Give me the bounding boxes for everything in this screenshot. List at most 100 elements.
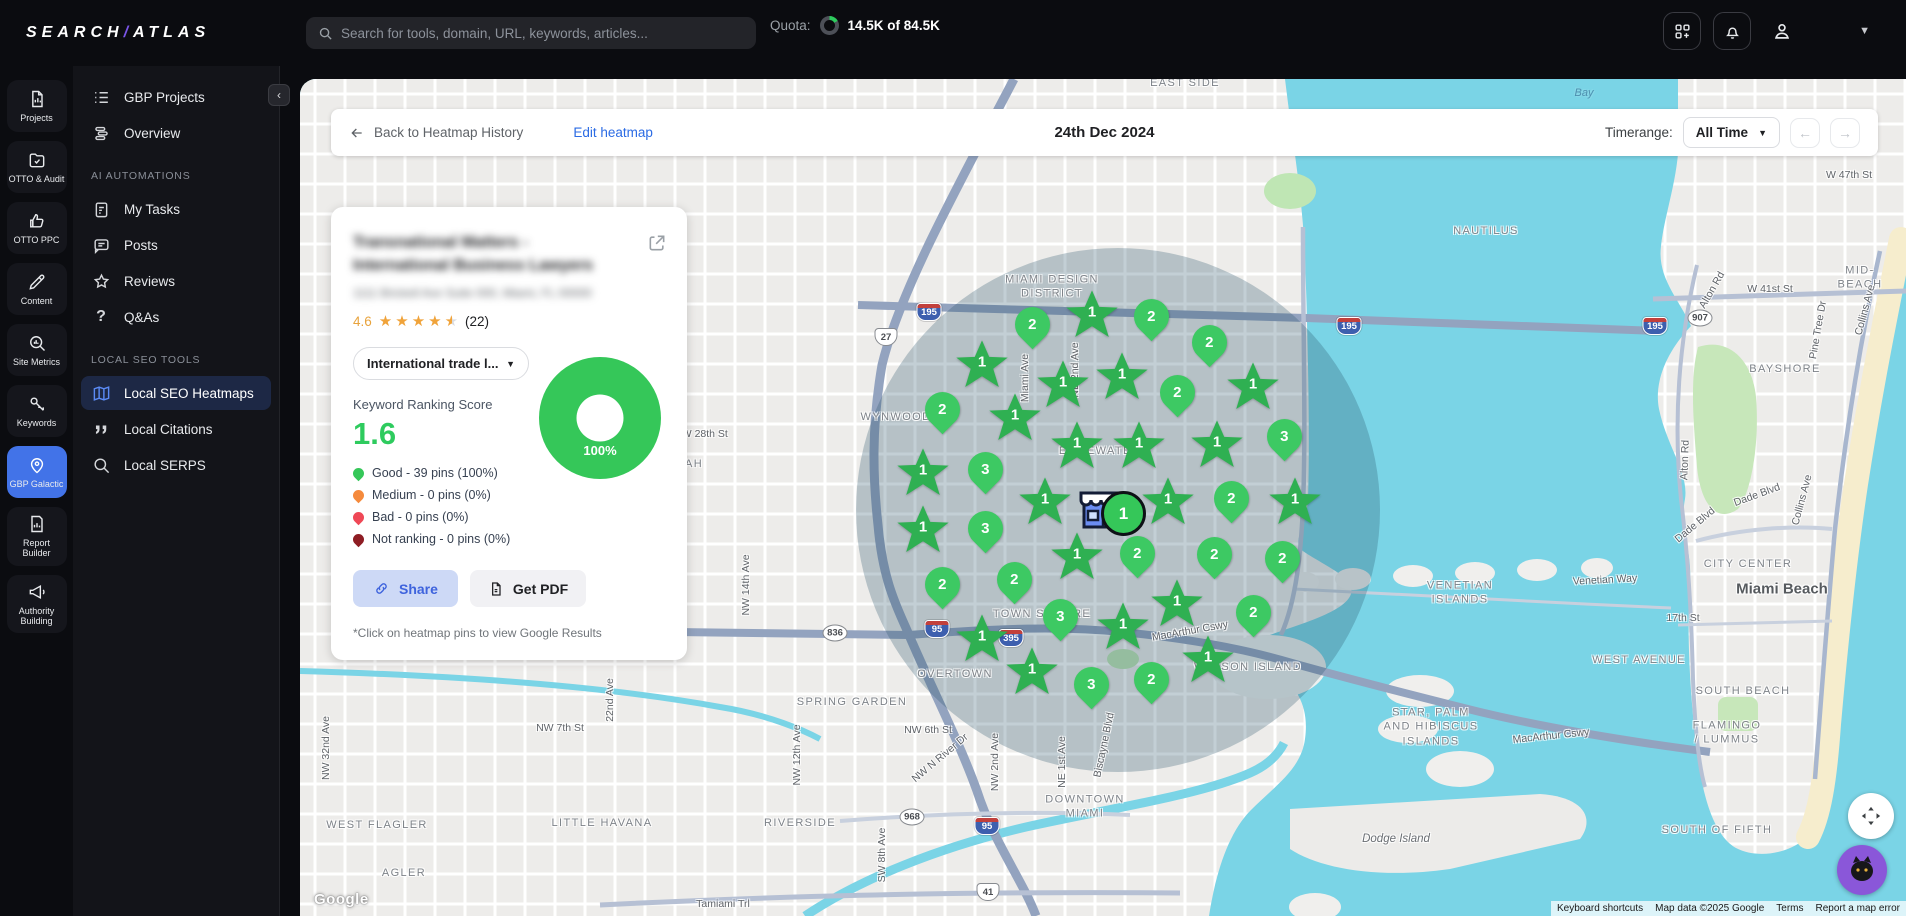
heatmap-pin-star[interactable]: 1 <box>1189 418 1245 472</box>
heatmap-pin-drop[interactable]: 2 <box>1160 375 1196 411</box>
content-icon <box>27 272 47 292</box>
account-button[interactable] <box>1763 12 1801 50</box>
rail-item-keywords[interactable]: Keywords <box>7 385 67 437</box>
rail-item-content[interactable]: Content <box>7 263 67 315</box>
get-pdf-button[interactable]: Get PDF <box>470 570 586 607</box>
heatmap-pin-star[interactable]: 1 <box>1049 419 1105 473</box>
timerange-prev-button[interactable]: ← <box>1790 118 1820 148</box>
keyword-select[interactable]: International trade l... ▼ <box>353 347 529 380</box>
business-address-blurred: 1111 Brickell Ave Suite 000, Miami, FL 0… <box>353 286 665 300</box>
heatmap-pin-drop[interactable]: 2 <box>1015 307 1051 343</box>
rail-item-report-builder[interactable]: Report Builder <box>7 507 67 566</box>
heatmap-pin-star[interactable]: 1 <box>1035 358 1091 412</box>
heatmap-pin-star[interactable]: 1 <box>1017 475 1073 529</box>
donut-label: 100% <box>539 443 661 458</box>
quota-value: 14.5K of 84.5K <box>848 18 940 33</box>
rail-item-otto-ppc[interactable]: OTTO PPC <box>7 202 67 254</box>
sidebar-item-local-serps[interactable]: Local SERPS <box>81 448 271 482</box>
rail-item-authority-building[interactable]: Authority Building <box>7 575 67 634</box>
sidebar-item-my-tasks[interactable]: My Tasks <box>81 192 271 226</box>
heatmap-pin-star[interactable]: 1 <box>954 612 1010 666</box>
heatmap-pin-star[interactable]: 1 <box>1094 350 1150 404</box>
heatmap-pin-drop[interactable]: 2 <box>1197 537 1233 573</box>
heatmap-pin-drop[interactable]: 3 <box>1267 419 1303 455</box>
heatmap-pin-star[interactable]: 1 <box>987 391 1043 445</box>
sidebar-item-local-seo-heatmaps[interactable]: Local SEO Heatmaps <box>81 376 271 410</box>
sidebar-item-local-citations[interactable]: Local Citations <box>81 412 271 446</box>
heatmap-pin-drop[interactable]: 3 <box>1043 599 1079 635</box>
attribution-link[interactable]: Map data ©2025 Google <box>1649 901 1770 916</box>
heatmap-pin-star[interactable]: 1 <box>1004 645 1060 699</box>
heatmap-pin-drop[interactable]: 2 <box>925 392 961 428</box>
edit-heatmap-link[interactable]: Edit heatmap <box>573 125 653 140</box>
otto-ppc-icon <box>27 211 47 231</box>
sidebar: GBP ProjectsOverviewAI AUTOMATIONSMy Tas… <box>73 66 280 916</box>
heatmap-pin-star[interactable]: 1 <box>895 503 951 557</box>
apps-grid-button[interactable] <box>1663 12 1701 50</box>
heatmap-pin-star[interactable]: 1 <box>1267 475 1323 529</box>
posts-icon <box>91 236 111 255</box>
sidebar-item-reviews[interactable]: Reviews <box>81 264 271 298</box>
legend-text: Good - 39 pins (100%) <box>372 466 498 480</box>
gbp-projects-icon <box>91 88 111 107</box>
pin-legend: Good - 39 pins (100%)Medium - 0 pins (0%… <box>353 466 665 546</box>
heatmap-pin-star[interactable]: 1 <box>1095 600 1151 654</box>
share-button[interactable]: Share <box>353 570 458 607</box>
sidebar-item-posts[interactable]: Posts <box>81 228 271 262</box>
heatmap-pin-drop[interactable]: 3 <box>968 452 1004 488</box>
business-rank-pin[interactable]: 1 <box>1101 491 1146 536</box>
topbar: SEARCH/ATLAS Search for tools, domain, U… <box>0 0 1906 66</box>
local-serps-icon <box>91 456 111 475</box>
external-link-icon[interactable] <box>647 233 667 258</box>
heatmap-pin-star[interactable]: 1 <box>1149 577 1205 631</box>
notifications-button[interactable] <box>1713 12 1751 50</box>
rail-item-label: Content <box>21 296 53 306</box>
sidebar-collapse-button[interactable]: ‹ <box>268 84 290 106</box>
rail-item-otto-audit[interactable]: OTTO & Audit <box>7 141 67 193</box>
attribution-link[interactable]: Report a map error <box>1810 901 1906 916</box>
attribution-link[interactable]: Keyboard shortcuts <box>1551 901 1649 916</box>
sidebar-item-overview[interactable]: Overview <box>81 116 271 150</box>
app-logo[interactable]: SEARCH/ATLAS <box>26 24 276 42</box>
heatmap-pin-star[interactable]: 1 <box>895 446 951 500</box>
person-icon <box>1771 20 1793 42</box>
chat-widget-avatar[interactable] <box>1837 845 1887 895</box>
sidebar-item-gbp-projects[interactable]: GBP Projects <box>81 80 271 114</box>
timerange-next-button[interactable]: → <box>1830 118 1860 148</box>
timerange-select[interactable]: All Time ▼ <box>1683 117 1780 148</box>
heatmap-pin-drop[interactable]: 2 <box>997 562 1033 598</box>
rail-item-label: GBP Galactic <box>10 479 64 489</box>
heatmap-pin-drop[interactable]: 2 <box>1265 541 1301 577</box>
rail-item-gbp-galactic[interactable]: GBP Galactic <box>7 446 67 498</box>
sidebar-item-label: Local SEO Heatmaps <box>124 386 254 401</box>
otto-audit-icon <box>27 150 47 170</box>
rail-item-site-metrics[interactable]: Site Metrics <box>7 324 67 376</box>
heatmap-pin-drop[interactable]: 3 <box>1074 667 1110 703</box>
sidebar-item-q-as[interactable]: ?Q&As <box>81 300 271 334</box>
account-caret-icon[interactable]: ▼ <box>1859 25 1870 37</box>
rail-item-projects[interactable]: Projects <box>7 80 67 132</box>
heatmap-pin-drop[interactable]: 2 <box>1236 595 1272 631</box>
heatmap-pin-drop[interactable]: 2 <box>1192 325 1228 361</box>
rail-item-label: Report Builder <box>9 538 65 559</box>
sidebar-item-label: My Tasks <box>124 202 180 217</box>
heatmap-pin-star[interactable]: 1 <box>1225 360 1281 414</box>
global-search-input[interactable]: Search for tools, domain, URL, keywords,… <box>306 17 756 49</box>
heatmap-pin-star[interactable]: 1 <box>1049 530 1105 584</box>
heatmap-pin-star[interactable]: 1 <box>954 338 1010 392</box>
attribution-link[interactable]: Terms <box>1770 901 1809 916</box>
map-panel[interactable]: EAST SIDEMORNINGSIDEBayMIAMI DESIGN DIST… <box>300 79 1906 916</box>
heatmap-pin-star[interactable]: 1 <box>1140 475 1196 529</box>
heatmap-pin-drop[interactable]: 3 <box>968 511 1004 547</box>
heatmap-pin-star[interactable]: 1 <box>1180 633 1236 687</box>
heatmap-pin-star[interactable]: 1 <box>1111 419 1167 473</box>
legend-pin-icon <box>351 488 367 504</box>
fullscreen-button[interactable] <box>1848 793 1894 839</box>
heatmap-pin-star[interactable]: 1 <box>1064 288 1120 342</box>
heatmap-pin-drop[interactable]: 2 <box>1134 299 1170 335</box>
back-to-history-link[interactable]: Back to Heatmap History <box>349 125 523 141</box>
heatmap-pin-drop[interactable]: 2 <box>1120 536 1156 572</box>
heatmap-pin-drop[interactable]: 2 <box>1134 662 1170 698</box>
heatmap-pin-drop[interactable]: 2 <box>1214 481 1250 517</box>
heatmap-pin-drop[interactable]: 2 <box>925 567 961 603</box>
